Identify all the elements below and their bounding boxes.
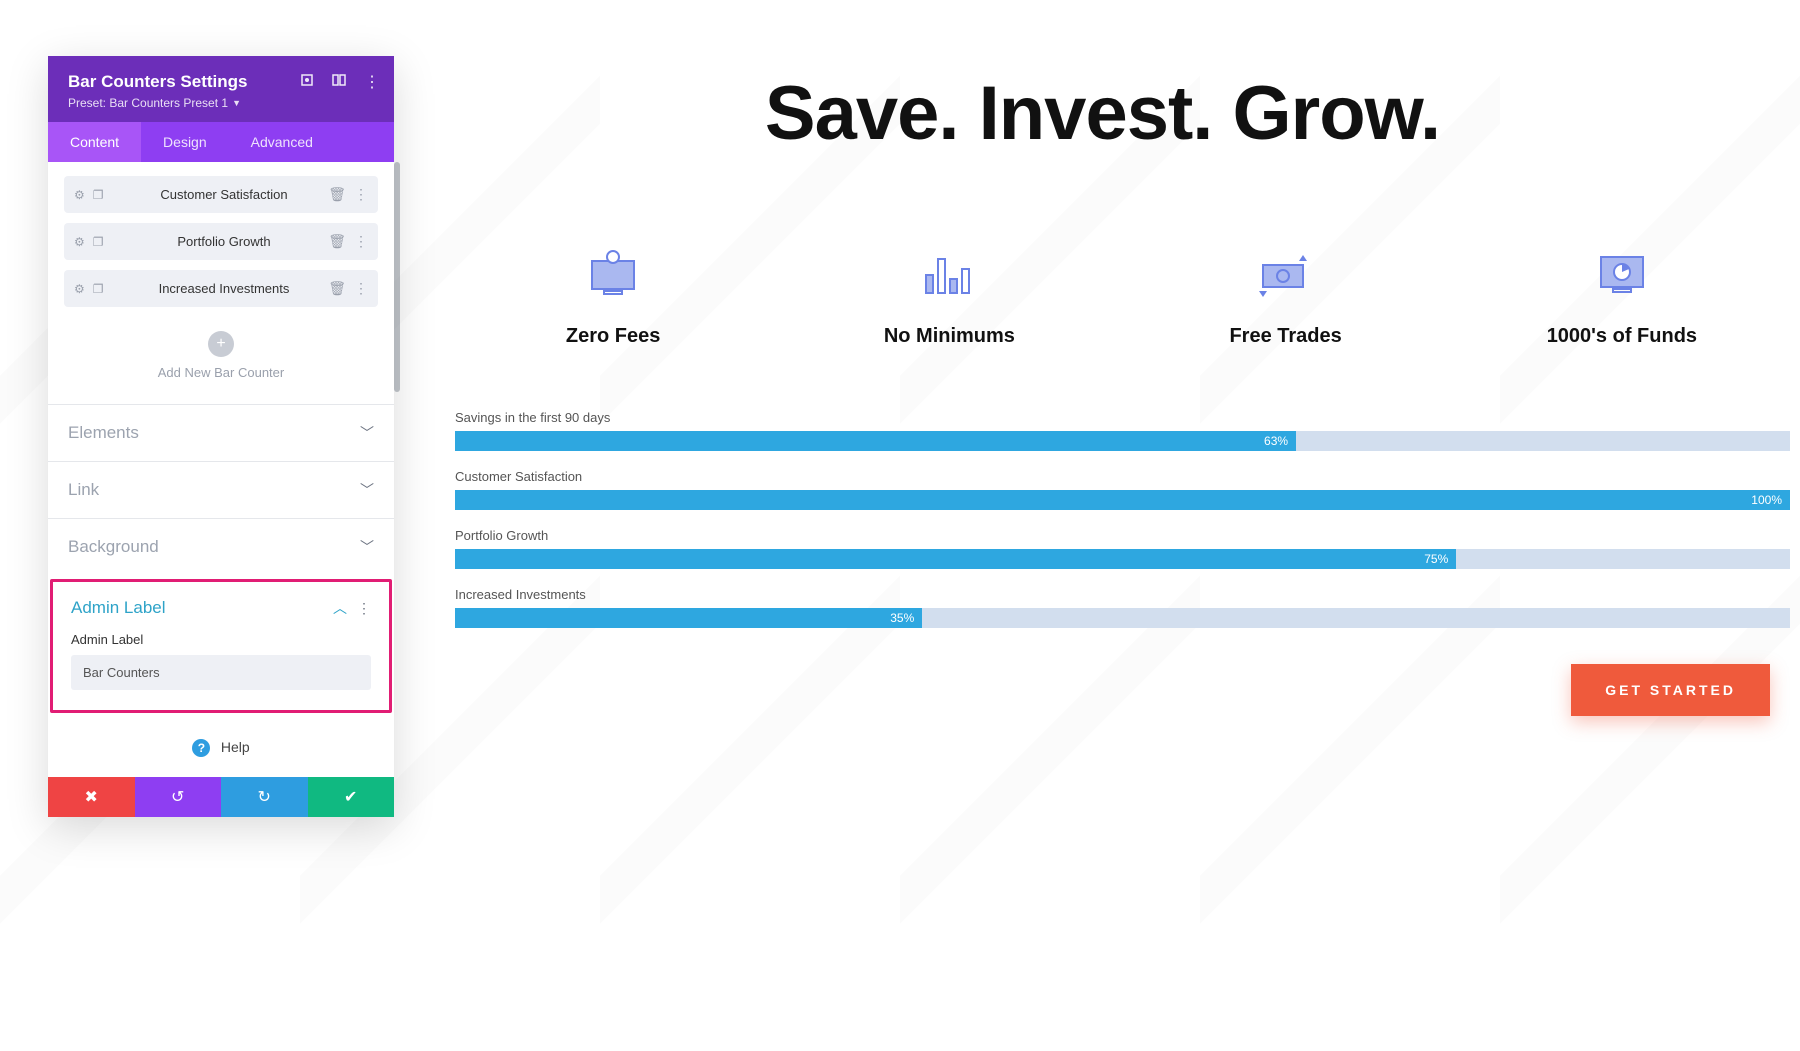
chevron-down-icon: ﹀ <box>360 423 374 443</box>
chevron-up-icon: ︿ <box>333 598 347 618</box>
preset-dropdown[interactable]: Preset: Bar Counters Preset 1 ▼ <box>68 96 374 110</box>
feature-free-trades: Free Trades <box>1118 247 1454 348</box>
item-label: Increased Investments <box>116 281 332 296</box>
undo-button[interactable]: ↺ <box>135 777 222 817</box>
duplicate-icon[interactable]: ❐ <box>93 188 104 202</box>
bar-title: Portfolio Growth <box>455 528 1790 543</box>
duplicate-icon[interactable]: ❐ <box>93 235 104 249</box>
more-icon[interactable]: ⋮ <box>364 72 380 92</box>
list-item[interactable]: ⚙ ❐ Customer Satisfaction 🗑 ⋮ <box>64 176 378 213</box>
save-button[interactable]: ✔ <box>308 777 395 817</box>
tab-design[interactable]: Design <box>141 122 229 162</box>
more-icon[interactable]: ⋮ <box>354 280 368 297</box>
admin-label-input[interactable] <box>71 655 371 690</box>
feature-label: No Minimums <box>781 325 1117 348</box>
bar-counter: Increased Investments 35% <box>455 587 1790 628</box>
duplicate-icon[interactable]: ❐ <box>93 282 104 296</box>
accordion-link[interactable]: Link ﹀ <box>48 461 394 518</box>
gear-icon[interactable]: ⚙ <box>74 282 85 296</box>
bar-track: 75% <box>455 549 1790 569</box>
feature-label: Free Trades <box>1118 325 1454 348</box>
list-item[interactable]: ⚙ ❐ Portfolio Growth 🗑 ⋮ <box>64 223 378 260</box>
page-content: Save. Invest. Grow. Zero Fees <box>445 70 1800 716</box>
accordion-background[interactable]: Background ﹀ <box>48 518 394 575</box>
bar-fill: 75% <box>455 549 1456 569</box>
bar-counter: Customer Satisfaction 100% <box>455 469 1790 510</box>
accordion-elements[interactable]: Elements ﹀ <box>48 404 394 461</box>
bar-percentage: 100% <box>1751 493 1782 507</box>
user-monitor-icon <box>445 247 781 303</box>
accordion-title: Elements <box>68 423 139 443</box>
bar-title: Savings in the first 90 days <box>455 410 1790 425</box>
add-label: Add New Bar Counter <box>48 365 394 380</box>
hero-title: Save. Invest. Grow. <box>445 70 1800 157</box>
feature-no-minimums: No Minimums <box>781 247 1117 348</box>
bar-counter: Portfolio Growth 75% <box>455 528 1790 569</box>
item-label: Customer Satisfaction <box>116 187 332 202</box>
trash-icon[interactable]: 🗑 <box>328 280 346 297</box>
help-icon: ? <box>192 739 210 757</box>
bar-counters: Savings in the first 90 days 63% Custome… <box>445 410 1800 628</box>
add-button[interactable]: + <box>208 331 234 357</box>
bar-track: 100% <box>455 490 1790 510</box>
bar-fill: 100% <box>455 490 1790 510</box>
accordion-title: Link <box>68 480 99 500</box>
bar-percentage: 75% <box>1424 552 1448 566</box>
feature-label: Zero Fees <box>445 325 781 348</box>
redo-button[interactable]: ↻ <box>221 777 308 817</box>
trash-icon[interactable]: 🗑 <box>328 233 346 250</box>
tab-content[interactable]: Content <box>48 122 141 162</box>
chevron-down-icon: ﹀ <box>360 480 374 500</box>
pie-monitor-icon <box>1454 247 1790 303</box>
item-label: Portfolio Growth <box>116 234 332 249</box>
settings-panel: Bar Counters Settings Preset: Bar Counte… <box>48 56 394 817</box>
feature-zero-fees: Zero Fees <box>445 247 781 348</box>
preset-label: Preset: Bar Counters Preset 1 <box>68 96 228 110</box>
bar-fill: 63% <box>455 431 1296 451</box>
tab-advanced[interactable]: Advanced <box>229 122 335 162</box>
panel-body: ⚙ ❐ Customer Satisfaction 🗑 ⋮ ⚙ ❐ Portfo… <box>48 162 394 817</box>
accordion-title: Background <box>68 537 159 557</box>
get-started-button[interactable]: GET STARTED <box>1571 664 1770 716</box>
bar-track: 63% <box>455 431 1790 451</box>
chevron-down-icon: ﹀ <box>360 537 374 557</box>
bar-fill: 35% <box>455 608 922 628</box>
money-exchange-icon <box>1118 247 1454 303</box>
footer-buttons: ✖ ↺ ↻ ✔ <box>48 777 394 817</box>
admin-label-section: Admin Label ︿ ⋮ Admin Label <box>50 579 392 713</box>
bar-percentage: 35% <box>890 611 914 625</box>
accordion-title: Admin Label <box>71 598 166 618</box>
bar-title: Increased Investments <box>455 587 1790 602</box>
bar-chart-icon <box>781 247 1117 303</box>
cancel-button[interactable]: ✖ <box>48 777 135 817</box>
help-row[interactable]: ? Help <box>48 715 394 777</box>
gear-icon[interactable]: ⚙ <box>74 188 85 202</box>
more-icon[interactable]: ⋮ <box>354 233 368 250</box>
feature-label: 1000's of Funds <box>1454 325 1790 348</box>
accordion-admin-label[interactable]: Admin Label ︿ ⋮ <box>53 582 389 624</box>
feature-funds: 1000's of Funds <box>1454 247 1790 348</box>
bar-items-list: ⚙ ❐ Customer Satisfaction 🗑 ⋮ ⚙ ❐ Portfo… <box>48 162 394 323</box>
bar-title: Customer Satisfaction <box>455 469 1790 484</box>
bar-counter: Savings in the first 90 days 63% <box>455 410 1790 451</box>
admin-field-label: Admin Label <box>71 632 371 647</box>
bar-percentage: 63% <box>1264 434 1288 448</box>
more-icon[interactable]: ⋮ <box>357 600 371 617</box>
scrollbar-thumb[interactable] <box>394 162 400 392</box>
more-icon[interactable]: ⋮ <box>354 186 368 203</box>
cta-row: GET STARTED <box>445 664 1800 716</box>
panel-header: Bar Counters Settings Preset: Bar Counte… <box>48 56 394 122</box>
columns-icon[interactable] <box>332 73 346 92</box>
features-row: Zero Fees No Minimums <box>445 247 1800 348</box>
trash-icon[interactable]: 🗑 <box>328 186 346 203</box>
add-item-section: + Add New Bar Counter <box>48 323 394 404</box>
expand-icon[interactable] <box>300 73 314 92</box>
gear-icon[interactable]: ⚙ <box>74 235 85 249</box>
help-text: Help <box>221 739 250 755</box>
bar-track: 35% <box>455 608 1790 628</box>
chevron-down-icon: ▼ <box>232 98 241 108</box>
list-item[interactable]: ⚙ ❐ Increased Investments 🗑 ⋮ <box>64 270 378 307</box>
tabs: Content Design Advanced <box>48 122 394 162</box>
